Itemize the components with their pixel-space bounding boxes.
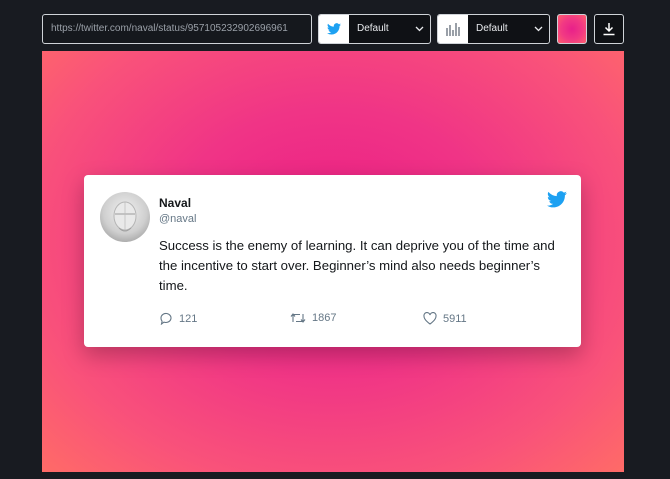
layout-select[interactable]: Default: [437, 14, 550, 44]
theme-select-value: Default: [357, 23, 389, 34]
preview-canvas: Naval @naval Success is the enemy of lea…: [42, 51, 624, 472]
layout-select-value: Default: [476, 23, 508, 34]
avatar: [100, 192, 150, 242]
retweet-count: 1867: [312, 312, 337, 324]
bar-chart-icon: [438, 15, 468, 43]
tweet-author-name: Naval: [159, 196, 192, 210]
chevron-down-icon: [408, 15, 430, 43]
tweet-card: Naval @naval Success is the enemy of lea…: [84, 175, 581, 347]
download-icon: [603, 23, 615, 36]
theme-select[interactable]: Default: [318, 14, 431, 44]
download-button[interactable]: [594, 14, 624, 44]
reply-count: 121: [179, 312, 198, 325]
tweet-author-handle: @naval: [159, 213, 197, 225]
heart-icon: [423, 312, 437, 325]
retweet-action: 1867: [290, 312, 336, 324]
reply-icon: [160, 312, 172, 325]
reply-action: 121: [159, 312, 197, 325]
toolbar: https://twitter.com/naval/status/9571052…: [0, 0, 670, 50]
background-color-swatch[interactable]: [557, 14, 587, 44]
chevron-down-icon: [527, 15, 549, 43]
retweet-icon: [290, 313, 306, 323]
like-count: 5911: [443, 312, 467, 325]
twitter-bird-icon: [319, 15, 349, 43]
twitter-bird-icon: [547, 191, 567, 213]
tweet-url-input[interactable]: https://twitter.com/naval/status/9571052…: [42, 14, 312, 44]
tweet-text: Success is the enemy of learning. It can…: [159, 238, 555, 293]
like-action: 5911: [423, 312, 467, 325]
